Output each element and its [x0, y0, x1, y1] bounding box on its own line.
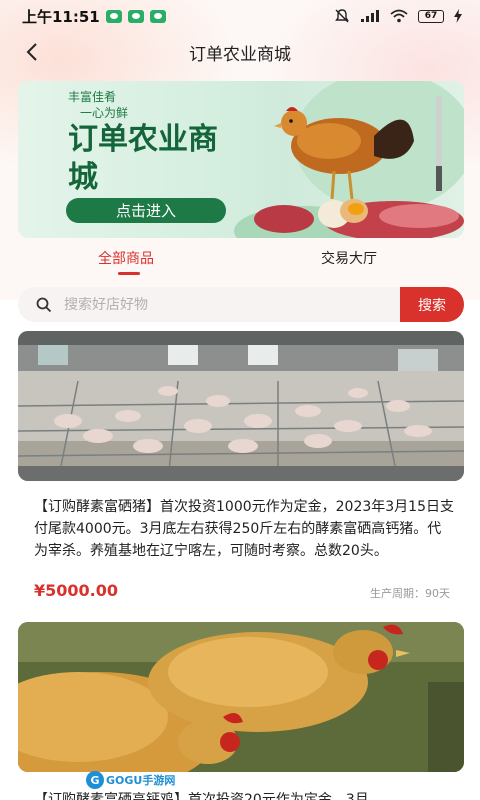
active-tab-indicator: [118, 272, 140, 275]
product-description[interactable]: 【订购酵素富硒高钙鸡】首次投资20元作为定金，3月: [34, 789, 454, 800]
signal-icon: [361, 10, 379, 22]
status-bar: 上午11:51 67: [0, 0, 480, 32]
search-bar: 搜索: [18, 287, 464, 322]
back-button[interactable]: [18, 38, 46, 66]
search-input[interactable]: [64, 296, 384, 313]
status-time: 上午11:51: [22, 7, 100, 26]
product-price: ¥5000.00: [34, 581, 119, 600]
product-image[interactable]: [18, 622, 464, 772]
wechat-notification-icon: [127, 9, 144, 23]
promo-banner[interactable]: 丰富佳肴 一心为鲜 订单农业商城 点击进入: [18, 81, 464, 238]
search-button[interactable]: 搜索: [400, 287, 464, 322]
watermark-sub: 手游网: [142, 774, 176, 787]
pig-farm-photo: [18, 331, 464, 481]
watermark-brand: GOGU: [106, 773, 143, 787]
tab-trading-hall[interactable]: 交易大厅: [321, 248, 377, 268]
banner-chicken-illustration: [234, 81, 464, 238]
wifi-icon: [390, 9, 408, 23]
product-image[interactable]: [18, 331, 464, 481]
mute-icon: [335, 9, 349, 23]
banner-title: 订单农业商城: [68, 122, 218, 195]
product-description[interactable]: 【订购酵素富硒猪】首次投资1000元作为定金，2023年3月15日支付尾款400…: [34, 496, 454, 562]
banner-enter-button[interactable]: 点击进入: [66, 198, 226, 223]
wechat-notification-icon: [149, 9, 166, 23]
header: 订单农业商城: [0, 32, 480, 72]
battery-icon: 67: [418, 9, 444, 23]
tab-bar: 全部商品 交易大厅: [0, 242, 480, 278]
banner-slogan-line: 一心为鲜: [80, 106, 129, 120]
site-watermark: G GOGU 手游网: [86, 770, 175, 790]
page-title: 订单农业商城: [189, 44, 291, 65]
wechat-notification-icon: [105, 9, 122, 23]
tab-all-products[interactable]: 全部商品: [98, 248, 154, 268]
charging-icon: [454, 9, 462, 23]
search-icon: [36, 297, 52, 312]
chicken-photo: [18, 622, 464, 772]
watermark-logo-icon: G: [86, 771, 104, 789]
production-cycle: 生产周期：90天: [370, 587, 450, 600]
banner-slogan: 丰富佳肴 一心为鲜: [68, 89, 128, 121]
chevron-left-icon: [26, 43, 37, 61]
banner-slogan-line: 丰富佳肴: [68, 90, 117, 104]
